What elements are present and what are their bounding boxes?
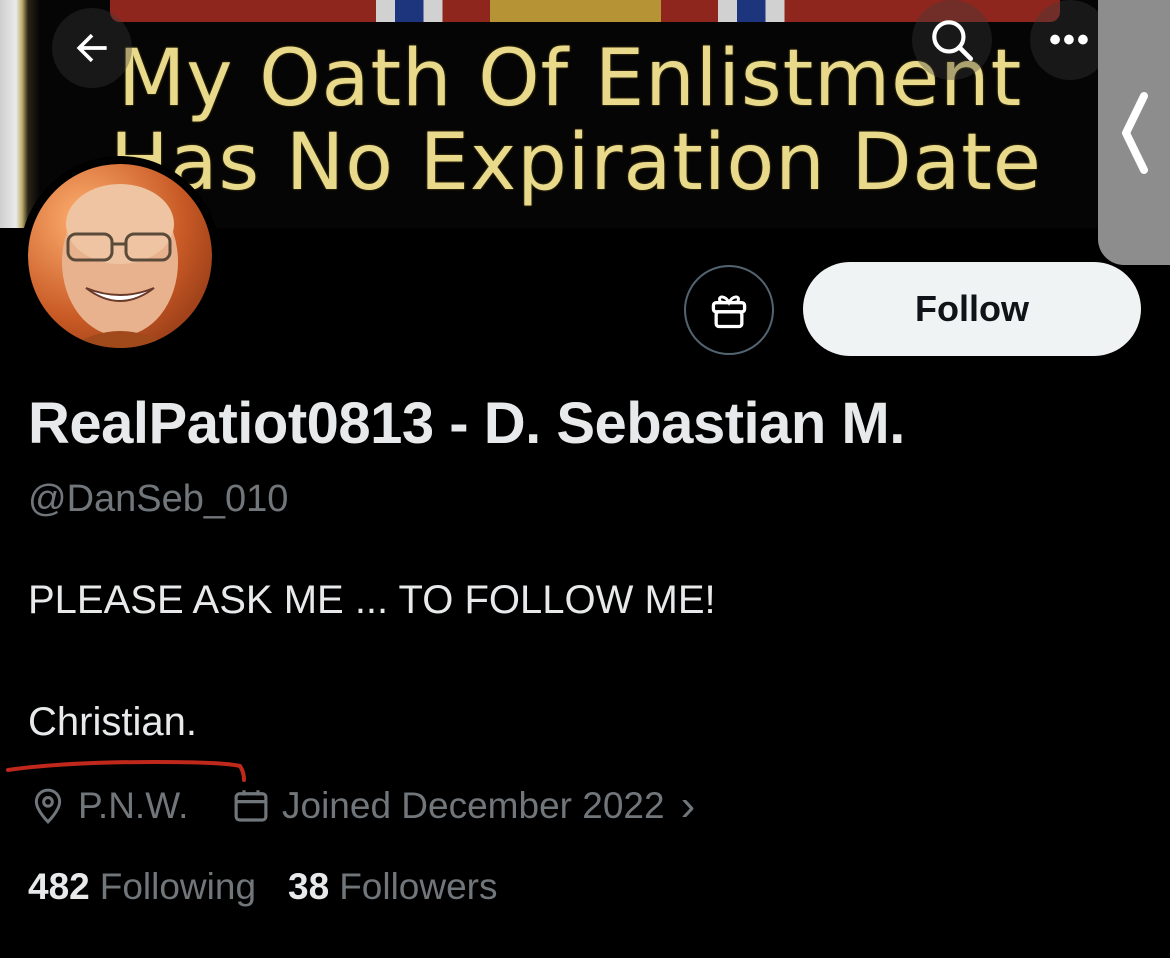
gift-icon [711, 295, 747, 329]
followers-count: 38 [288, 866, 330, 907]
location-pin-icon [34, 788, 62, 824]
chevron-left-icon [1122, 91, 1148, 174]
following-count: 482 [28, 866, 90, 907]
side-panel-handle[interactable] [1098, 0, 1170, 265]
profile-location: P.N.W. [28, 782, 188, 830]
search-icon [932, 20, 974, 62]
follow-button[interactable]: Follow [803, 262, 1141, 356]
joined-text: Joined December 2022 [282, 785, 665, 826]
banner-text-line2: Has No Expiration Date [110, 118, 1042, 208]
followers-stat[interactable]: 38 Followers [288, 866, 497, 908]
avatar-portrait [62, 184, 178, 348]
profile-joined[interactable]: Joined December 2022 › [230, 782, 695, 830]
follow-stats: 482 Following 38 Followers [28, 866, 530, 908]
search-button[interactable] [912, 0, 992, 80]
calendar-icon [234, 790, 268, 822]
banner-edge-decoration [0, 0, 40, 228]
gift-button[interactable] [684, 265, 774, 355]
bio-line-2: Christian. [28, 700, 197, 744]
followers-label: Followers [339, 866, 498, 907]
following-label: Following [99, 866, 257, 907]
display-name: RealPatiot0813 - D. Sebastian M. [28, 391, 905, 456]
avatar[interactable] [20, 156, 220, 356]
user-handle: @DanSeb_010 [28, 478, 289, 520]
avatar-photo [28, 164, 212, 348]
bio-line-1: PLEASE ASK ME ... TO FOLLOW ME! [28, 578, 716, 622]
back-button[interactable] [52, 8, 132, 88]
following-stat[interactable]: 482 Following [28, 866, 256, 908]
red-annotation-underline [6, 759, 246, 782]
more-horizontal-icon: ••• [1049, 20, 1091, 59]
arrow-left-icon [76, 33, 107, 63]
location-text: P.N.W. [78, 785, 189, 826]
chevron-right-icon: › [680, 781, 696, 830]
